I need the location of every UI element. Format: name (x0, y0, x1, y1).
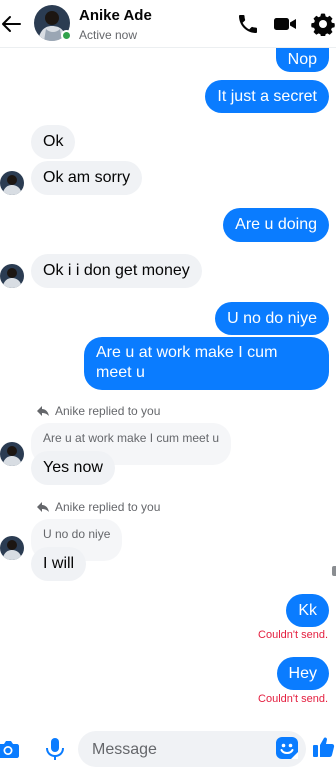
video-camera-icon[interactable] (273, 12, 297, 36)
gear-icon[interactable] (311, 12, 335, 36)
message-bubble-incoming[interactable]: Ok am sorry (31, 161, 143, 195)
message-bubble-outgoing[interactable]: Hey (276, 657, 329, 690)
emoji-icon[interactable] (276, 737, 298, 759)
scroll-indicator (332, 566, 336, 576)
thumbs-up-icon[interactable] (312, 735, 336, 759)
send-error-text[interactable]: Couldn't send. (258, 629, 328, 641)
message-input-placeholder: Message (92, 741, 157, 758)
message-bubble-incoming[interactable]: I will (31, 547, 87, 581)
reply-label-text: Anike replied to you (55, 500, 161, 514)
reply-label: Anike replied to you (37, 500, 160, 514)
reply-arrow-icon (37, 406, 49, 416)
avatar (0, 171, 24, 195)
avatar (0, 264, 24, 288)
send-error-text[interactable]: Couldn't send. (258, 693, 328, 705)
avatar (0, 442, 24, 466)
microphone-icon[interactable] (44, 737, 66, 761)
contact-status: Active now (79, 28, 138, 42)
reply-label-text: Anike replied to you (55, 404, 161, 418)
message-bubble-incoming[interactable]: Ok (31, 125, 76, 159)
message-bubble-outgoing[interactable]: Are u at work make I cum meet u (84, 337, 329, 390)
conversation-header: Anike Ade Active now (0, 0, 336, 48)
avatar (0, 536, 24, 560)
reply-arrow-icon (37, 502, 49, 512)
message-bubble-outgoing[interactable]: Are u doing (223, 208, 329, 242)
message-bubble-outgoing[interactable]: Kk (286, 594, 329, 627)
contact-name[interactable]: Anike Ade (79, 7, 152, 24)
phone-icon[interactable] (236, 12, 260, 36)
reply-label: Anike replied to you (37, 404, 160, 418)
message-bubble-outgoing[interactable]: It just a secret (205, 80, 329, 113)
message-bubble-outgoing[interactable]: Nop (275, 48, 329, 72)
back-arrow-icon[interactable] (0, 12, 24, 36)
camera-icon[interactable] (0, 737, 20, 761)
message-bubble-incoming[interactable]: Ok i i don get money (31, 254, 202, 288)
online-status-dot (61, 30, 72, 41)
message-bubble-incoming[interactable]: Yes now (31, 451, 115, 485)
message-bubble-outgoing[interactable]: U no do niye (215, 302, 329, 335)
